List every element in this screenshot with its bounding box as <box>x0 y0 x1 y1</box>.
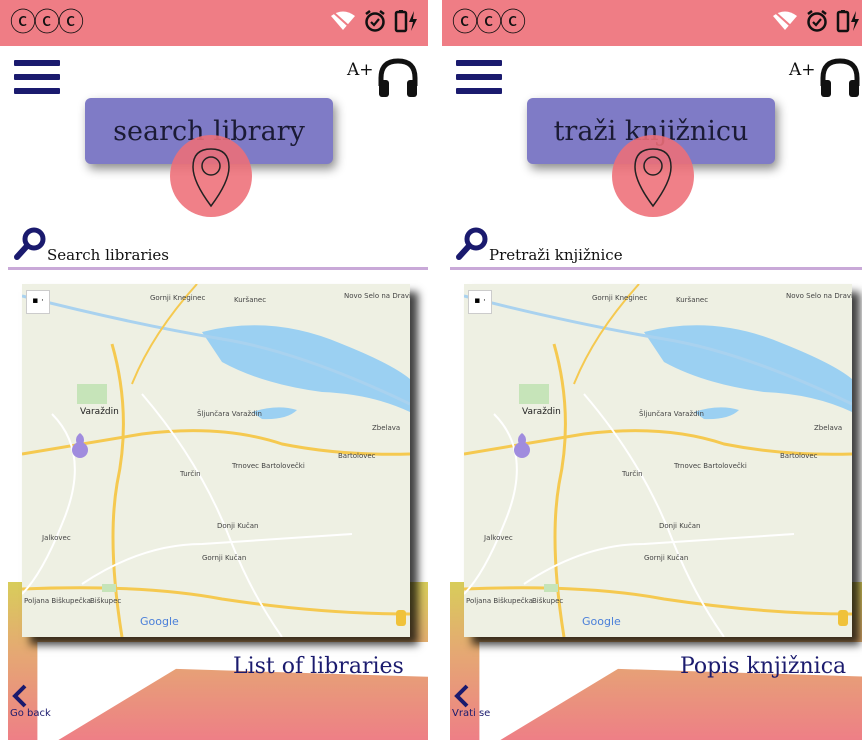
alarm-icon <box>807 10 827 32</box>
street-view-icon[interactable] <box>396 610 406 626</box>
map-layers-button[interactable]: ▪ · <box>26 290 50 314</box>
search-icon[interactable] <box>456 226 490 260</box>
screen-croatian: ⓒⓒⓒ A+ traži knjižnicu Pretraži knjižnic… <box>442 0 862 740</box>
google-logo: Google <box>582 615 621 628</box>
hamburger-icon[interactable] <box>456 60 502 94</box>
search-underline <box>450 267 862 270</box>
font-size-button[interactable]: A+ <box>347 60 374 80</box>
hamburger-icon[interactable] <box>14 60 60 94</box>
map-view[interactable]: ▪ · Gornji Kneginec Kuršanec Novo Selo n… <box>22 284 410 637</box>
search-libraries-field[interactable]: Search libraries <box>47 246 169 264</box>
headphones-icon[interactable] <box>376 56 420 100</box>
list-of-libraries-button[interactable]: Popis knjižnica <box>680 654 846 679</box>
back-button-label[interactable]: Vrati se <box>452 708 490 719</box>
street-view-icon[interactable] <box>838 610 848 626</box>
wifi-off-icon <box>331 11 355 31</box>
google-logo: Google <box>140 615 179 628</box>
wifi-off-icon <box>773 11 797 31</box>
notification-icons: ⓒⓒⓒ <box>452 8 526 38</box>
map-pin-icon <box>192 148 230 208</box>
status-bar: ⓒⓒⓒ <box>442 0 862 46</box>
map-pin-icon <box>634 148 672 208</box>
chevron-left-icon[interactable] <box>454 684 470 708</box>
battery-charging-icon <box>836 10 859 33</box>
search-icon[interactable] <box>14 226 48 260</box>
map-layers-button[interactable]: ▪ · <box>468 290 492 314</box>
search-libraries-field[interactable]: Pretraži knjižnice <box>489 246 623 264</box>
headphones-icon[interactable] <box>818 56 862 100</box>
search-underline <box>8 267 428 270</box>
map-view[interactable]: ▪ · Gornji Kneginec Kuršanec Novo Selo n… <box>464 284 852 637</box>
font-size-button[interactable]: A+ <box>789 60 816 80</box>
alarm-icon <box>365 10 385 32</box>
battery-charging-icon <box>394 10 417 33</box>
notification-icons: ⓒⓒⓒ <box>10 8 84 38</box>
back-button-label[interactable]: Go back <box>10 708 51 719</box>
screen-english: ⓒⓒⓒ A+ search library Search libraries ▪… <box>0 0 428 740</box>
chevron-left-icon[interactable] <box>12 684 28 708</box>
list-of-libraries-button[interactable]: List of libraries <box>233 654 404 679</box>
status-bar: ⓒⓒⓒ <box>0 0 428 46</box>
